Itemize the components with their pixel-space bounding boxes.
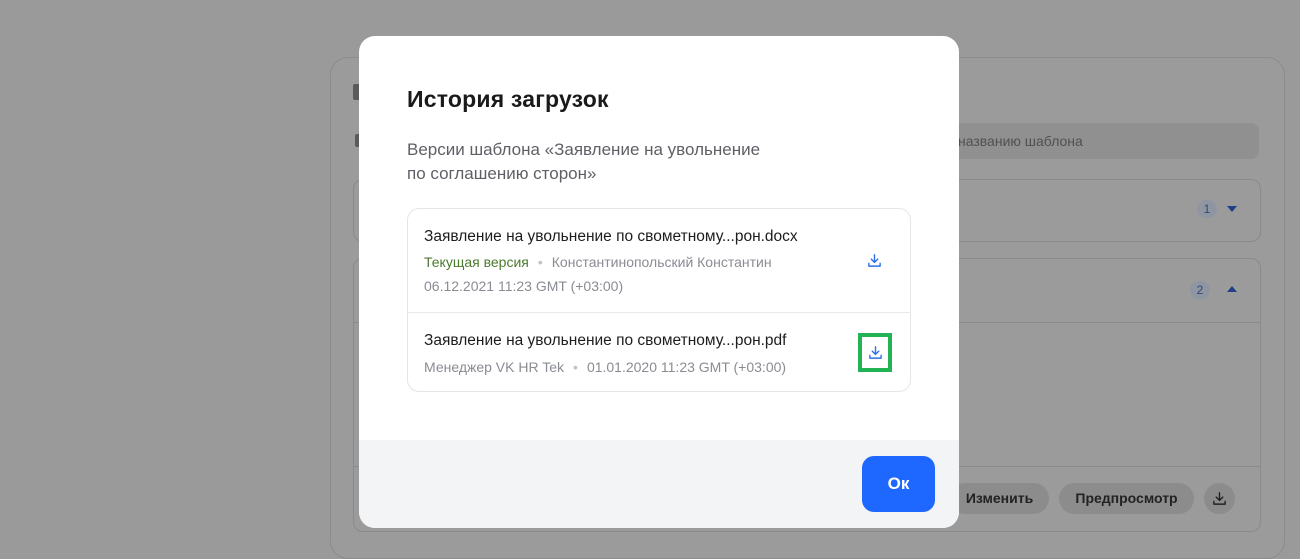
background-group-count-2: 2 — [1190, 281, 1210, 299]
list-item: Заявление на увольнение по свометному...… — [408, 313, 910, 391]
background-edit-button: Изменить — [950, 483, 1049, 514]
download-history-dialog: История загрузок Версии шаблона «Заявлен… — [359, 36, 959, 528]
ok-button[interactable]: Ок — [862, 456, 935, 512]
separator-dot: • — [573, 359, 578, 375]
separator-dot: • — [537, 254, 543, 270]
dialog-subtitle: Версии шаблона «Заявление на увольнение … — [407, 138, 827, 186]
background-group-count-1: 1 — [1197, 200, 1217, 218]
download-icon — [1213, 492, 1226, 505]
download-icon — [868, 254, 881, 267]
file-author: Константинопольский Константин — [551, 254, 772, 270]
download-button[interactable] — [860, 246, 890, 276]
dialog-footer: Ок — [359, 440, 959, 528]
background-download-button — [1204, 483, 1235, 514]
chevron-down-icon — [1227, 206, 1237, 212]
dialog-subtitle-line-1: Версии шаблона «Заявление на увольнение — [407, 140, 761, 159]
file-version-list: Заявление на увольнение по свометному...… — [407, 208, 911, 392]
file-meta: Менеджер VK HR Tek • 01.01.2020 11:23 GMT … — [424, 359, 786, 375]
file-meta: Текущая версия • Константинопольский Конст… — [424, 254, 772, 270]
file-name: Заявление на увольнение по свометному...… — [424, 228, 798, 245]
background-preview-button: Предпросмотр — [1059, 483, 1194, 514]
dialog-title: История загрузок — [407, 86, 609, 112]
file-author: Менеджер VK HR Tek — [424, 359, 565, 375]
file-name: Заявление на увольнение по свометному...… — [424, 332, 787, 349]
download-button[interactable] — [858, 333, 892, 372]
file-date: 06.12.2021 11:23 GMT (+03:00) — [424, 278, 624, 294]
download-icon — [869, 346, 882, 359]
list-item: Заявление на увольнение по свометному...… — [408, 209, 910, 313]
current-version-label: Текущая версия — [424, 254, 529, 270]
chevron-up-icon — [1227, 286, 1237, 292]
dialog-subtitle-line-2: по соглашению сторон» — [407, 164, 597, 183]
file-date: 01.01.2020 11:23 GMT (+03:00) — [586, 359, 787, 375]
background-search-placeholder: названию шаблона — [958, 133, 1083, 149]
